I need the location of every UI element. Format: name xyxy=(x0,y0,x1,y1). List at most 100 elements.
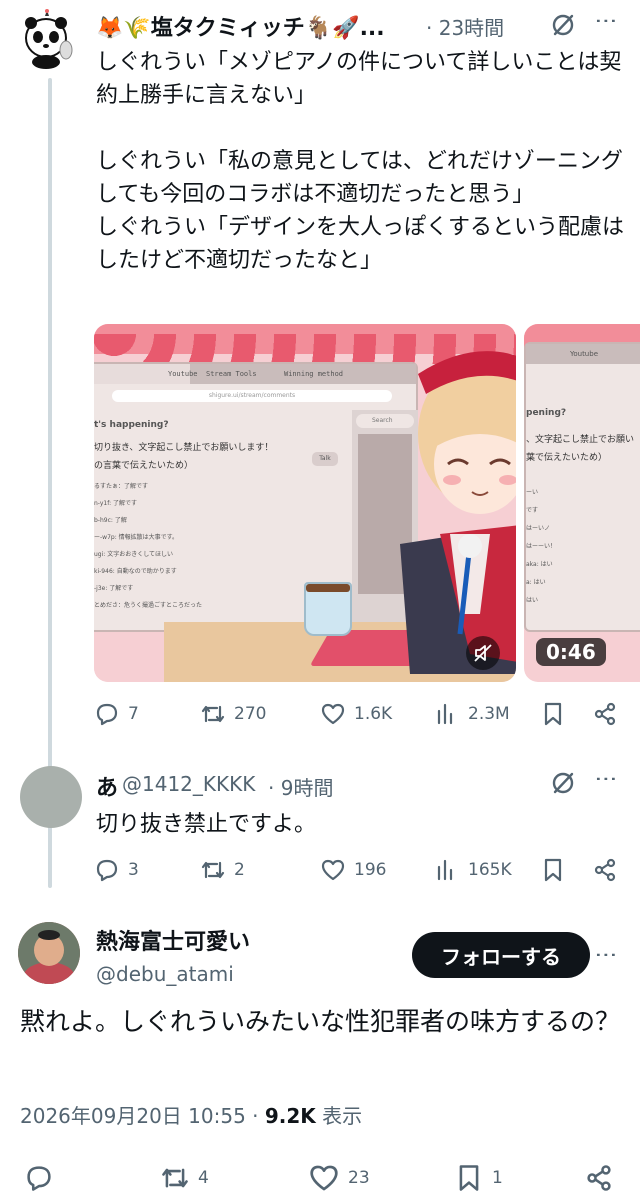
comment-row: ー-w7p: 情報拡散は大事です。 xyxy=(94,534,179,541)
retweet-count: 4 xyxy=(198,1168,209,1188)
notice-line-1: 切り抜き、文字起こし禁止でお願いします！ xyxy=(94,443,274,453)
reply-button[interactable] xyxy=(24,1156,54,1200)
bookmark-count: 1 xyxy=(492,1168,503,1188)
retweet-icon xyxy=(201,705,225,723)
tweet-timestamp[interactable]: 2026年09月20日 10:55 xyxy=(20,1104,246,1128)
tweet-meta: 2026年09月20日 10:55 · 9.2K 表示 xyxy=(20,1100,362,1129)
reply-button[interactable]: 7 xyxy=(94,694,139,734)
tab-stream-tools: Stream Tools xyxy=(206,370,257,378)
like-count: 23 xyxy=(348,1168,370,1188)
views-total: 9.2K xyxy=(264,1104,316,1128)
retweet-count: 2 xyxy=(234,860,245,880)
video-thumbnail[interactable]: Youtube Stream Tools Winning method shig… xyxy=(94,324,516,682)
comment-row: aka: はい xyxy=(526,561,553,568)
share-icon xyxy=(594,702,616,726)
tweet-actions: 7 270 1.6K 2.3M xyxy=(0,694,640,734)
video-duration: 0:46 xyxy=(536,638,606,666)
comment-row: ugi: 文字おおきくしてほしい xyxy=(94,551,174,558)
retweet-button[interactable]: 270 xyxy=(200,694,266,734)
timestamp[interactable]: · 9時間 xyxy=(268,772,333,801)
bookmark-icon xyxy=(544,702,562,726)
tab-youtube: Youtube xyxy=(570,350,598,358)
timestamp[interactable]: · 23時間 xyxy=(426,12,504,41)
reply-icon xyxy=(96,703,118,726)
comment-row: とめださ：危うく撮過ごすところだった xyxy=(94,602,203,609)
separator-dot: · xyxy=(245,1104,265,1128)
bookmark-button[interactable]: 1 xyxy=(454,1156,503,1200)
tweet-actions: 3 2 196 165K xyxy=(0,850,640,890)
retweet-button[interactable]: 2 xyxy=(200,850,245,890)
retweet-icon xyxy=(201,861,225,879)
share-icon xyxy=(594,858,616,882)
grok-icon[interactable] xyxy=(548,10,578,40)
comment-row: b-h9c: 了解 xyxy=(94,517,127,524)
like-button[interactable]: 196 xyxy=(320,850,386,890)
notice-line-2: の言葉で伝えたいため） xyxy=(94,461,194,471)
views-button[interactable]: 165K xyxy=(434,850,512,890)
avatar[interactable] xyxy=(22,8,76,70)
comment-row: -j3e: 了解です xyxy=(94,585,134,592)
share-button[interactable] xyxy=(592,850,618,890)
comment-row: です xyxy=(526,507,539,514)
share-button[interactable] xyxy=(592,694,618,734)
grok-icon[interactable] xyxy=(548,768,578,798)
tweet-text: 切り抜き禁止ですよ。 xyxy=(96,812,317,837)
tab-youtube: Youtube xyxy=(94,364,198,384)
more-icon[interactable]: ⋮ xyxy=(593,768,618,790)
mute-icon[interactable] xyxy=(466,636,500,670)
display-name[interactable]: あ xyxy=(96,770,118,802)
views-button[interactable]: 2.3M xyxy=(434,694,510,734)
bookmark-button[interactable] xyxy=(540,850,566,890)
like-count: 196 xyxy=(354,860,387,880)
handle[interactable]: @debu_atami xyxy=(96,962,234,986)
comment-row: はい xyxy=(526,597,539,604)
comment-list: るすたぁ：了解です n-y1f: 了解です b-h9c: 了解 ー-w7p: 情… xyxy=(94,478,202,614)
display-name[interactable]: 熱海富士可愛い xyxy=(96,924,250,956)
more-icon[interactable]: ⋮ xyxy=(593,944,618,966)
reply-icon xyxy=(27,1166,51,1191)
views-icon xyxy=(437,703,453,725)
handle[interactable]: @1412_KKKK xyxy=(122,772,255,796)
comment-row: ーい xyxy=(526,489,539,496)
reply-icon xyxy=(96,859,118,882)
comment-row: はーーい！ xyxy=(526,543,557,550)
views-label: 表示 xyxy=(315,1104,363,1128)
retweet-button[interactable]: 4 xyxy=(160,1156,209,1200)
reply-count: 3 xyxy=(128,860,139,880)
like-button[interactable]: 1.6K xyxy=(320,694,392,734)
notice-line-2: 葉で伝えたいため） xyxy=(526,453,608,463)
main-tweet-actions: 4 23 1 xyxy=(0,1156,640,1200)
comment-row: ki-946: 自動なので助かります xyxy=(94,568,177,575)
notice-line-1: 、文字起こし禁止でお願い xyxy=(526,435,635,445)
more-icon[interactable]: ⋮ xyxy=(593,10,618,32)
like-count: 1.6K xyxy=(354,704,393,724)
share-button[interactable] xyxy=(584,1156,614,1200)
heart-icon xyxy=(321,703,345,725)
comment-row: るすたぁ：了解です xyxy=(94,483,149,490)
comment-row: n-y1f: 了解です xyxy=(94,500,138,507)
heart-icon xyxy=(310,1165,338,1191)
video-thumbnail-2[interactable]: Youtube pening? 、文字起こし禁止でお願い 葉で伝えたいため） ー… xyxy=(524,324,640,682)
like-button[interactable]: 23 xyxy=(308,1156,370,1200)
browser-window: Youtube pening? 、文字起こし禁止でお願い 葉で伝えたいため） ー… xyxy=(524,342,640,632)
reply-button[interactable]: 3 xyxy=(94,850,139,890)
follow-button[interactable]: フォローする xyxy=(412,932,590,978)
display-name[interactable]: 🦊🌾塩タクミィッチ🐐🚀... xyxy=(96,10,385,42)
browser-tabbar: Youtube xyxy=(526,344,640,364)
bookmark-button[interactable] xyxy=(540,694,566,734)
views-icon xyxy=(437,859,453,881)
comment-row: a: はい xyxy=(526,579,546,586)
bookmark-icon xyxy=(459,1165,479,1191)
heart-icon xyxy=(321,859,345,881)
comment-list: ーい です はーいノ はーーい！ aka: はい a: はい はい xyxy=(526,484,556,610)
vtuber-character xyxy=(400,351,516,674)
comment-row: はーいノ xyxy=(526,525,551,532)
retweet-icon xyxy=(162,1168,188,1188)
share-icon xyxy=(587,1165,611,1191)
main-tweet-text: 黙れよ。しぐれういみたいな性犯罪者の味方するの？ xyxy=(20,1007,621,1036)
reply-count: 7 xyxy=(128,704,139,724)
views-count: 165K xyxy=(468,860,512,880)
avatar[interactable] xyxy=(20,766,82,828)
panel-title: pening? xyxy=(526,408,567,418)
avatar[interactable] xyxy=(18,922,80,984)
